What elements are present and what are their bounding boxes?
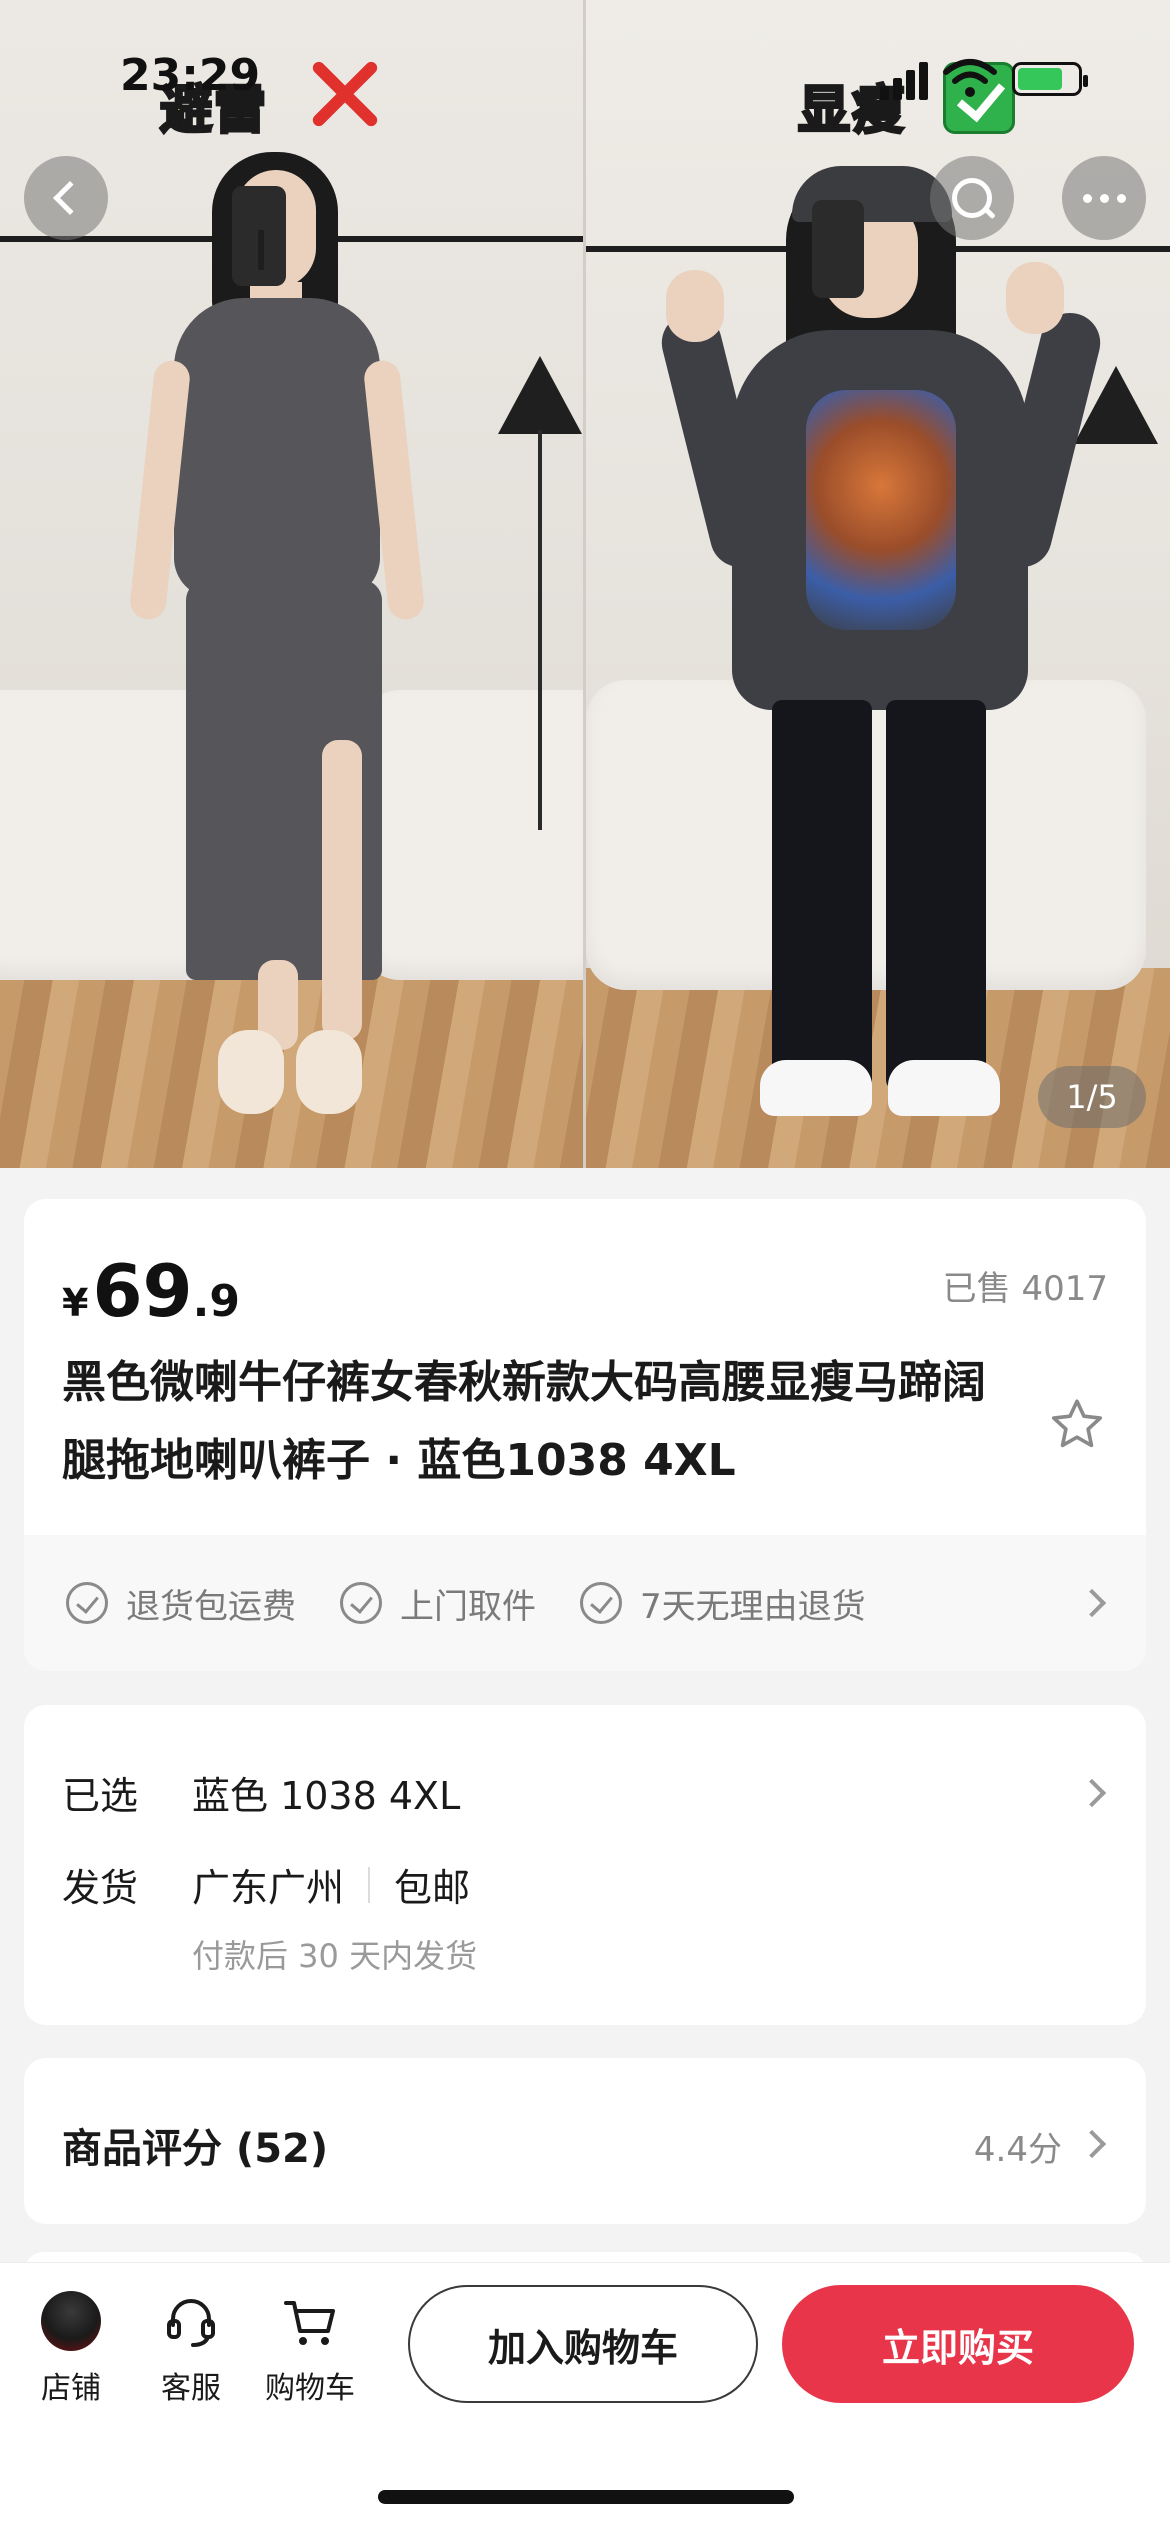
sold-count: 已售 4017 — [942, 1269, 1108, 1309]
spec-card[interactable]: 已选 蓝色 1038 4XL 发货 广东广州 包邮 付款后 30 天内发货 — [24, 1705, 1146, 2025]
price-currency: ¥ — [62, 1281, 89, 1325]
price-integer: 69 — [92, 1249, 193, 1333]
gallery-page-counter: 1/5 — [1038, 1066, 1146, 1128]
favorite-star-icon[interactable] — [1046, 1394, 1108, 1456]
guarantee-item: 退货包运费 — [66, 1579, 296, 1628]
separator — [368, 1866, 371, 1903]
add-to-cart-button[interactable]: 加入购物车 — [408, 2285, 758, 2403]
service-label: 客服 — [161, 2371, 221, 2406]
price: ¥ 69 .9 — [62, 1249, 240, 1333]
shop-avatar — [41, 2291, 101, 2351]
battery-icon — [1012, 62, 1088, 96]
shipping-note: 付款后 30 天内发货 — [192, 1937, 478, 1975]
shipping-label: 发货 — [62, 1866, 139, 1910]
product-image-gallery[interactable]: 避雷 显瘦 23:29 1/5 — [0, 0, 1170, 1168]
shop-button[interactable]: 店铺 — [16, 2291, 126, 2407]
more-button[interactable] — [1062, 156, 1146, 240]
cart-icon — [284, 2301, 335, 2345]
product-title: 黑色微喇牛仔裤女春秋新款大码高腰显瘦马蹄阔腿拖地喇叭裤子 · 蓝色1038 4X… — [62, 1357, 986, 1486]
guarantee-item: 7天无理由退货 — [580, 1579, 866, 1628]
cross-mark-icon — [305, 55, 383, 133]
status-icons — [880, 56, 1090, 100]
customer-service-button[interactable]: 客服 — [136, 2291, 246, 2407]
shipping-row: 发货 广东广州 包邮 — [62, 1857, 470, 1912]
service-guarantees[interactable]: 退货包运费 上门取件 7天无理由退货 — [24, 1535, 1146, 1671]
shop-label: 店铺 — [41, 2371, 101, 2406]
wifi-icon — [943, 59, 997, 97]
rating-title: 商品评分 (52) — [62, 2126, 329, 2172]
more-dots-icon — [1082, 193, 1126, 203]
check-circle-icon — [340, 1582, 382, 1624]
check-circle-icon — [66, 1582, 108, 1624]
rating-card[interactable]: 商品评分 (52) 4.4分 — [24, 2058, 1146, 2224]
check-circle-icon — [580, 1582, 622, 1624]
shipping-fee: 包邮 — [394, 1866, 471, 1910]
chevron-left-icon — [53, 181, 87, 215]
selected-variant-row[interactable]: 已选 蓝色 1038 4XL — [62, 1765, 460, 1820]
cart-button[interactable]: 购物车 — [255, 2291, 365, 2407]
buy-now-button[interactable]: 立即购买 — [782, 2285, 1134, 2403]
home-indicator[interactable] — [378, 2490, 794, 2504]
guarantee-item: 上门取件 — [340, 1579, 536, 1628]
search-icon — [952, 178, 992, 218]
product-info-card: ¥ 69 .9 已售 4017 黑色微喇牛仔裤女春秋新款大码高腰显瘦马蹄阔腿拖地… — [24, 1199, 1146, 1671]
chevron-right-icon — [1077, 2129, 1107, 2159]
guarantee-label: 上门取件 — [400, 1586, 536, 1627]
shipping-origin: 广东广州 — [192, 1866, 345, 1910]
cart-label: 购物车 — [265, 2371, 355, 2406]
price-decimal: .9 — [192, 1276, 240, 1327]
guarantee-label: 7天无理由退货 — [640, 1586, 866, 1627]
back-button[interactable] — [24, 156, 108, 240]
headset-icon — [167, 2299, 215, 2347]
guarantee-label: 退货包运费 — [126, 1586, 296, 1627]
selected-value: 蓝色 1038 4XL — [192, 1774, 461, 1818]
status-time: 23:29 — [120, 50, 261, 101]
chevron-right-icon — [1077, 1778, 1107, 1808]
signal-icon — [880, 86, 889, 100]
selected-label: 已选 — [62, 1774, 139, 1818]
chevron-right-icon — [1077, 1588, 1107, 1618]
rating-score: 4.4分 — [973, 2130, 1062, 2170]
search-button[interactable] — [930, 156, 1014, 240]
